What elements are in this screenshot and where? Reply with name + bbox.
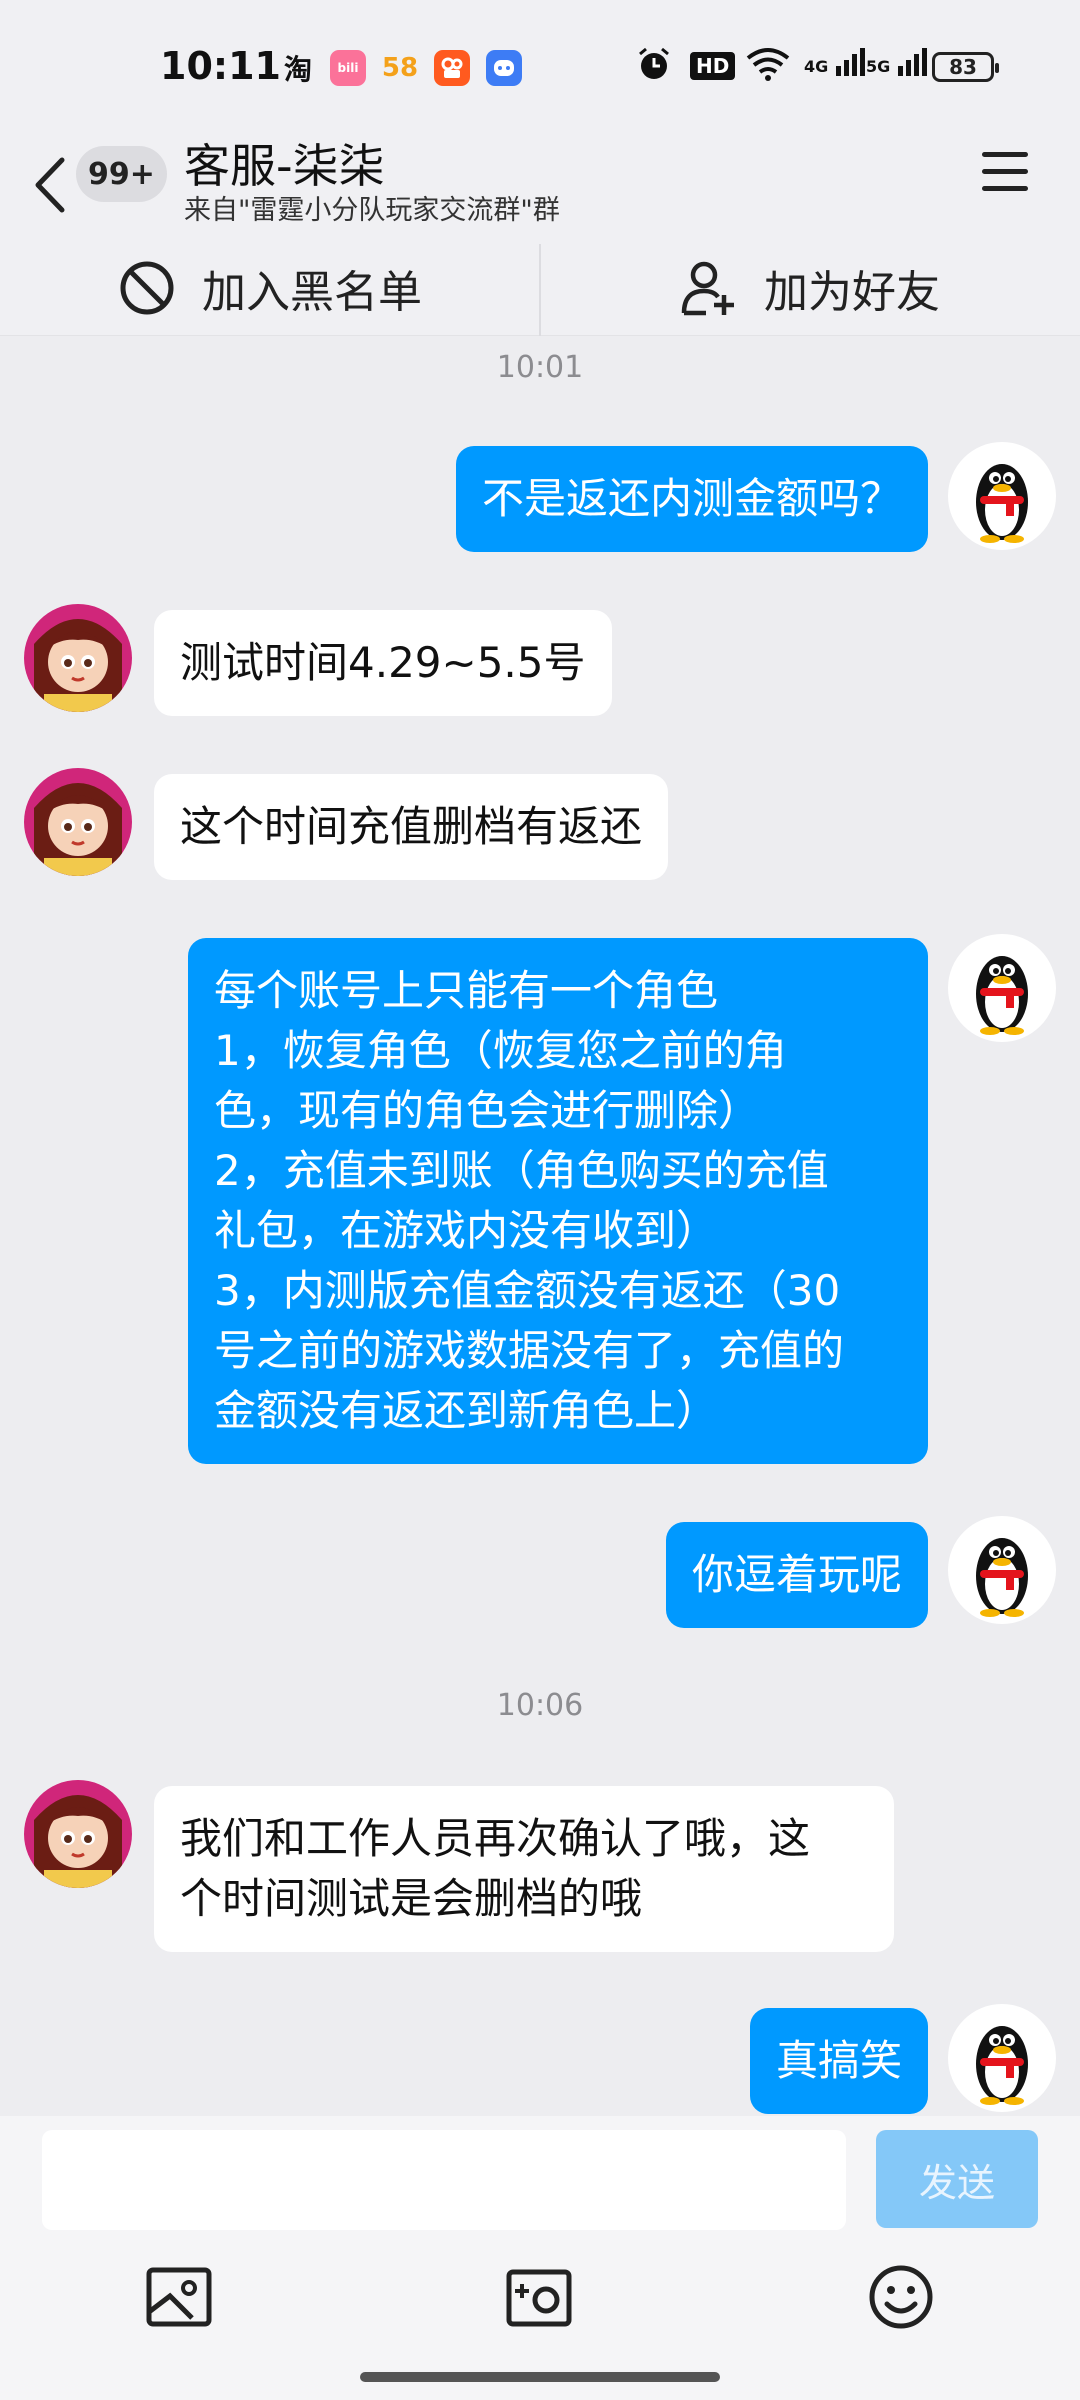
service-avatar[interactable] [24, 604, 132, 712]
58-icon: 58 [381, 53, 419, 83]
wifi-icon [746, 46, 790, 90]
menu-button[interactable] [982, 152, 1030, 198]
hd-indicator: HD [690, 52, 736, 80]
add-user-icon [681, 261, 734, 316]
add-friend-button[interactable]: 加为好友 [680, 240, 940, 336]
service-avatar[interactable] [24, 768, 132, 876]
menu-icon-line [982, 169, 1028, 174]
back-button[interactable] [30, 150, 70, 220]
girl-avatar-icon [24, 604, 132, 712]
bilibili-icon: bili [330, 50, 366, 86]
message-bubble-outgoing[interactable]: 你逗着玩呢 [665, 1522, 928, 1628]
input-area: 发送 [0, 2116, 1080, 2400]
chat-subtitle: 来自"雷霆小分队玩家交流群"群 [184, 195, 560, 226]
camera-icon [506, 2269, 572, 2327]
chevron-left-icon [35, 157, 65, 213]
menu-icon-line [982, 152, 1028, 157]
penguin-avatar-icon [976, 1538, 1028, 1617]
block-icon [120, 261, 174, 315]
kuaishou-icon [434, 50, 470, 86]
image-icon [146, 2267, 212, 2327]
message-bubble-incoming[interactable]: 测试时间4.29~5.5号 [154, 610, 612, 716]
self-avatar[interactable] [948, 1516, 1056, 1624]
self-avatar[interactable] [948, 442, 1056, 550]
timestamp: 10:06 [496, 1688, 584, 1723]
chat-area[interactable]: 10:01 不是返还内测金额吗？ 测试时间4.29~5.5号 这个时间充值删档有… [0, 336, 1080, 2116]
action-divider [539, 244, 541, 336]
chat-header: 99+ 客服-柒柒 来自"雷霆小分队玩家交流群"群 [0, 130, 1080, 240]
signal-4g: 4G [804, 46, 870, 76]
game-icon [486, 50, 522, 86]
add-to-blacklist-button[interactable]: 加入黑名单 [118, 240, 422, 336]
message-input[interactable] [42, 2130, 846, 2230]
message-bubble-outgoing[interactable]: 真搞笑 [749, 2008, 928, 2114]
timestamp: 10:01 [496, 350, 584, 385]
emoji-icon [869, 2265, 933, 2329]
penguin-avatar-icon [976, 2026, 1028, 2105]
girl-avatar-icon [24, 1780, 132, 1888]
self-avatar[interactable] [948, 2004, 1056, 2112]
message-bubble-outgoing[interactable]: 每个账号上只能有一个角色 1，恢复角色（恢复您之前的角 色，现有的角色会进行删除… [188, 938, 928, 1464]
girl-avatar-icon [24, 768, 132, 876]
chat-title: 客服-柒柒 [184, 139, 385, 193]
penguin-avatar-icon [976, 956, 1028, 1035]
service-avatar[interactable] [24, 1780, 132, 1888]
send-button[interactable]: 发送 [876, 2130, 1038, 2228]
taobao-icon: 淘 [283, 53, 312, 86]
unread-count-badge[interactable]: 99+ [76, 146, 167, 202]
camera-button[interactable] [504, 2262, 574, 2332]
message-bubble-incoming[interactable]: 这个时间充值删档有返还 [154, 774, 669, 880]
action-bar: 加入黑名单 加为好友 [0, 240, 1080, 336]
network-5g-label: 5G [866, 57, 891, 76]
battery-indicator: 83 [932, 52, 999, 82]
signal-5g: 5G [866, 46, 932, 76]
self-avatar[interactable] [948, 934, 1056, 1042]
status-time: 10:11 [160, 44, 281, 88]
add-friend-label: 加为好友 [764, 267, 940, 318]
menu-icon-line [982, 186, 1028, 191]
penguin-avatar-icon [976, 464, 1028, 543]
home-indicator[interactable] [360, 2372, 720, 2382]
message-bubble-outgoing[interactable]: 不是返还内测金额吗？ [455, 446, 928, 552]
alarm-icon [636, 46, 672, 90]
image-button[interactable] [144, 2262, 214, 2332]
add-to-blacklist-label: 加入黑名单 [202, 267, 422, 318]
message-bubble-incoming[interactable]: 我们和工作人员再次确认了哦，这 个时间测试是会删档的哦 [154, 1786, 894, 1952]
emoji-button[interactable] [866, 2262, 936, 2332]
status-bar: 10:11 淘 bili 58 HD 4G 5G 83 [0, 0, 1080, 130]
network-4g-label: 4G [804, 57, 829, 76]
